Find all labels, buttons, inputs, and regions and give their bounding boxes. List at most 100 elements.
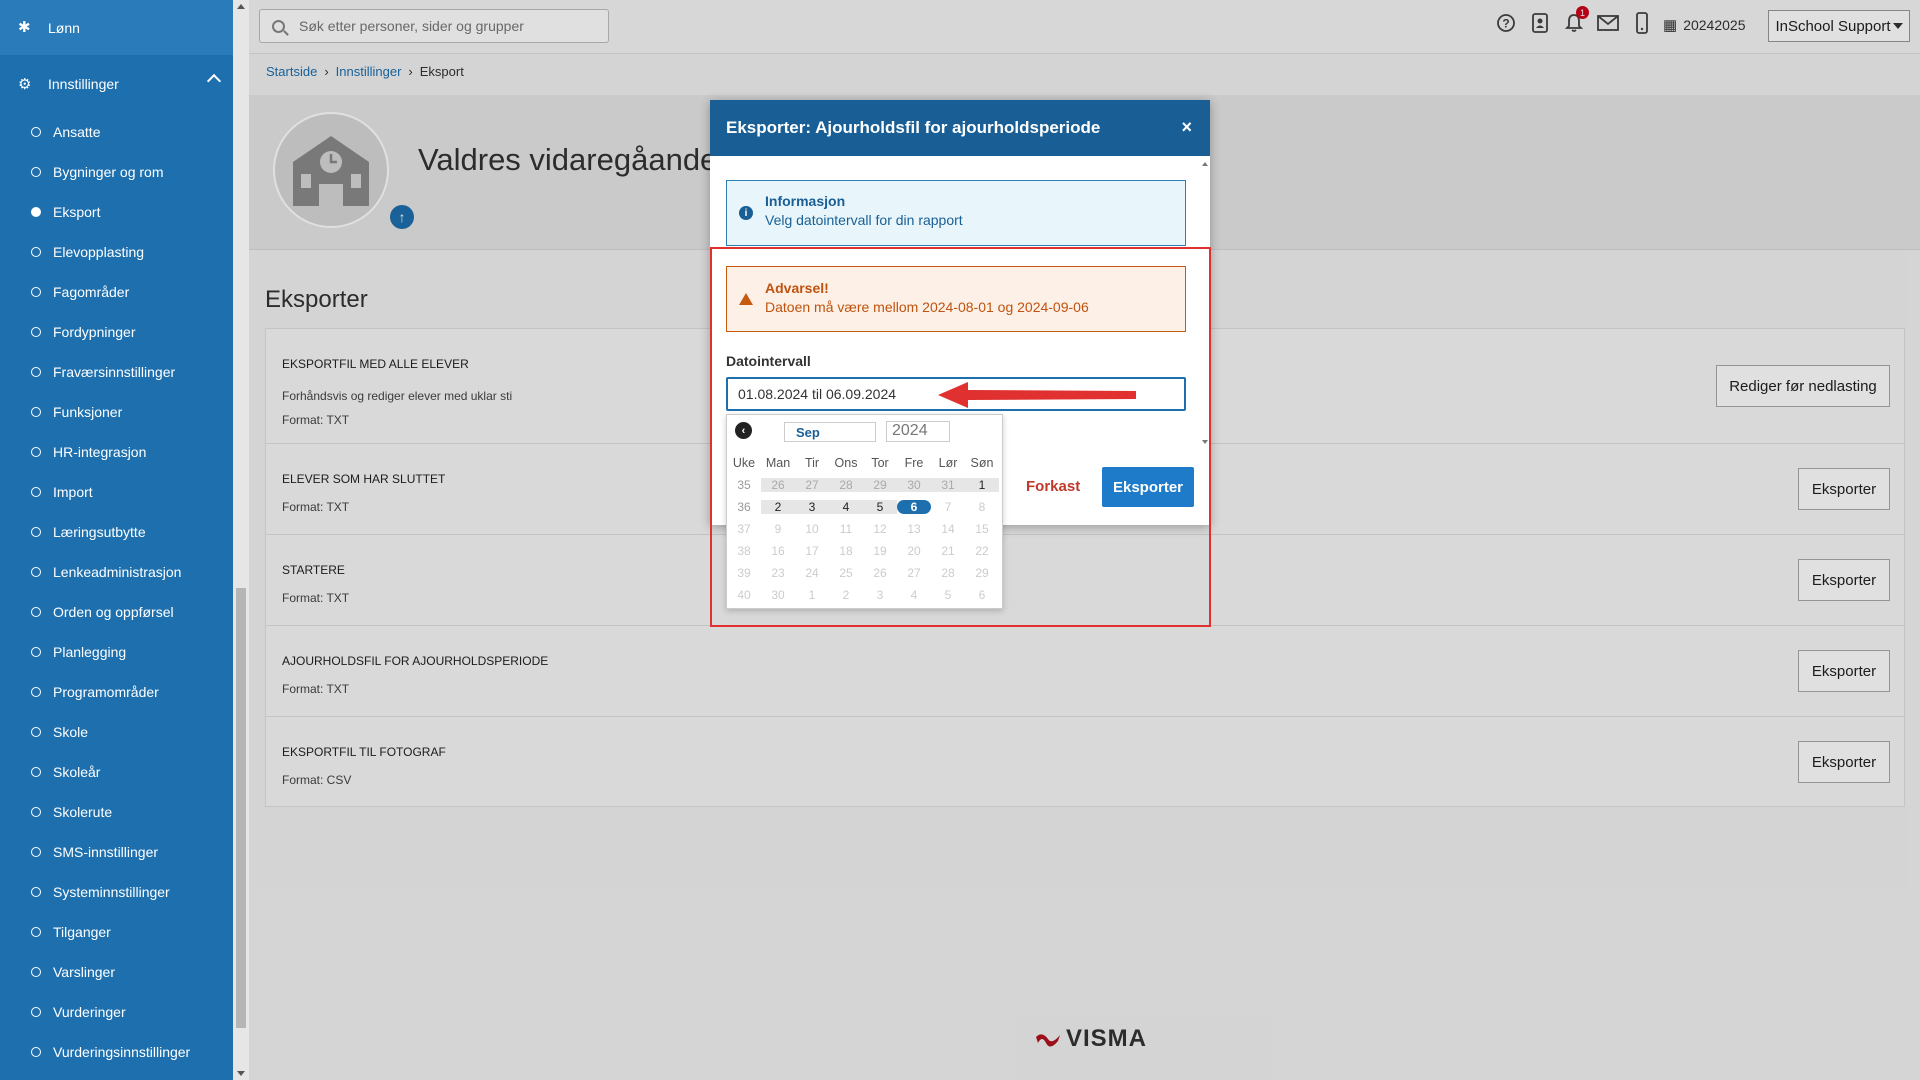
close-icon[interactable]: × xyxy=(1181,117,1192,138)
sidebar-item[interactable]: Tilganger xyxy=(0,912,233,952)
calendar-header-row: Uke Man Tir Ons Tor Fre Lør Søn xyxy=(727,452,1004,474)
sidebar-scrollbar[interactable] xyxy=(233,0,249,1080)
calendar-day: 9 xyxy=(774,522,782,536)
calendar-week-row: 35 26 27 28 29 30 31 1 xyxy=(727,474,1004,496)
calendar-day: 11 xyxy=(839,522,853,536)
week-number: 37 xyxy=(737,522,751,536)
calendar-day: 2 xyxy=(842,588,850,602)
calendar-day[interactable]: 6 xyxy=(897,500,931,514)
calendar-day[interactable]: 27 xyxy=(795,478,829,492)
sidebar-item[interactable]: SMS-innstillinger xyxy=(0,832,233,872)
calendar-day: 18 xyxy=(839,544,853,558)
sidebar-item[interactable]: Skoleår xyxy=(0,752,233,792)
circle-icon xyxy=(31,407,41,417)
calendar-day[interactable]: 30 xyxy=(897,478,931,492)
date-picker: ‹ Sep 2024 Uke Man Tir Ons Tor Fre Lør Søn 35 26 2… xyxy=(726,414,1003,609)
sidebar-item-lonn[interactable]: ✱ Lønn xyxy=(0,0,233,55)
circle-icon xyxy=(31,367,41,377)
circle-icon xyxy=(31,207,41,217)
circle-icon xyxy=(31,567,41,577)
scrollbar-thumb[interactable] xyxy=(236,588,246,1028)
calendar-day[interactable]: 5 xyxy=(863,500,897,514)
sidebar-item[interactable]: Vurderingsinnstillinger xyxy=(0,1032,233,1072)
calendar-day: 28 xyxy=(941,566,955,580)
weekday-header: Søn xyxy=(970,456,994,470)
circle-icon xyxy=(31,807,41,817)
sidebar-item-label: Bygninger og rom xyxy=(53,164,164,180)
circle-icon xyxy=(31,127,41,137)
sidebar-item[interactable]: Programområder xyxy=(0,672,233,712)
circle-icon xyxy=(31,287,41,297)
sidebar-item-label: Skole xyxy=(53,724,89,740)
sidebar-item[interactable]: Planlegging xyxy=(0,632,233,672)
sidebar-item[interactable]: Læringsutbytte xyxy=(0,512,233,552)
calendar-day[interactable]: 31 xyxy=(931,478,965,492)
sidebar-section-innstillinger[interactable]: ⚙ Innstillinger xyxy=(0,64,233,104)
week-number: 36 xyxy=(737,500,751,514)
circle-icon xyxy=(31,167,41,177)
calendar-day: 3 xyxy=(876,588,884,602)
sidebar-item[interactable]: Fraværsinnstillinger xyxy=(0,352,233,392)
circle-icon xyxy=(31,527,41,537)
sidebar-item-label: Fraværsinnstillinger xyxy=(53,364,176,380)
calendar-day[interactable]: 1 xyxy=(965,478,999,492)
calendar-week-row: 37 9 10 11 12 13 14 15 xyxy=(727,518,1004,540)
sidebar-item-label: Vurderinger xyxy=(53,1004,126,1020)
weekday-header: Uke xyxy=(732,456,756,470)
calendar-day[interactable]: 29 xyxy=(863,478,897,492)
sidebar-item[interactable]: Eksport xyxy=(0,192,233,232)
circle-icon xyxy=(31,887,41,897)
calendar-day: 10 xyxy=(805,522,819,536)
sidebar-section-label: Innstillinger xyxy=(48,76,119,92)
scroll-up-icon[interactable] xyxy=(1202,162,1208,166)
sidebar-item[interactable]: Skole xyxy=(0,712,233,752)
week-number: 39 xyxy=(737,566,751,580)
sidebar-item[interactable]: Ansatte xyxy=(0,112,233,152)
sidebar-item[interactable]: Systeminnstillinger xyxy=(0,872,233,912)
circle-icon xyxy=(31,487,41,497)
circle-icon xyxy=(31,967,41,977)
calendar-day: 4 xyxy=(910,588,918,602)
year-input[interactable]: 2024 xyxy=(886,421,950,442)
sidebar-item[interactable]: Orden og oppførsel xyxy=(0,592,233,632)
sidebar-item-label: Lønn xyxy=(48,19,80,36)
circle-icon xyxy=(31,687,41,697)
sidebar-item[interactable]: Elevopplasting xyxy=(0,232,233,272)
circle-icon xyxy=(31,607,41,617)
chevron-left-icon[interactable]: ‹ xyxy=(735,422,752,439)
calendar-day[interactable]: 2 xyxy=(761,500,795,514)
modal-header: Eksporter: Ajourholdsfil for ajourholdsp… xyxy=(710,100,1210,156)
sidebar-item[interactable]: HR-integrasjon xyxy=(0,432,233,472)
sidebar-item-label: Import xyxy=(53,484,93,500)
sidebar-item-label: Systeminnstillinger xyxy=(53,884,170,900)
sidebar-item[interactable]: Fordypninger xyxy=(0,312,233,352)
sidebar-item[interactable]: Vurderinger xyxy=(0,992,233,1032)
calendar-day[interactable]: 4 xyxy=(829,500,863,514)
info-alert: i Informasjon Velg datointervall for din… xyxy=(726,180,1186,246)
sidebar-item[interactable]: Lenkeadministrasjon xyxy=(0,552,233,592)
info-icon: i xyxy=(739,206,753,220)
scroll-up-icon[interactable] xyxy=(237,4,245,9)
calendar-day: 24 xyxy=(805,566,819,580)
sidebar-item[interactable]: Fagområder xyxy=(0,272,233,312)
info-text: Velg datointervall for din rapport xyxy=(765,212,963,228)
calendar-day[interactable]: 26 xyxy=(761,478,795,492)
sidebar-item[interactable]: Skolerute xyxy=(0,792,233,832)
circle-icon xyxy=(31,927,41,937)
sidebar-item[interactable]: Varslinger xyxy=(0,952,233,992)
sidebar-item-label: Læringsutbytte xyxy=(53,524,146,540)
sidebar-item-label: Tilganger xyxy=(53,924,111,940)
calendar-day[interactable]: 28 xyxy=(829,478,863,492)
month-select[interactable]: Sep xyxy=(784,422,876,442)
scroll-down-icon[interactable] xyxy=(237,1071,245,1076)
sidebar-item[interactable]: Bygninger og rom xyxy=(0,152,233,192)
sidebar: ✱ Lønn ⚙ Innstillinger Ansatte Bygninger … xyxy=(0,0,233,1080)
sidebar-item[interactable]: Funksjoner xyxy=(0,392,233,432)
calendar-grid: Uke Man Tir Ons Tor Fre Lør Søn 35 26 27 28 29 30 31 1 3… xyxy=(727,452,1004,606)
circle-icon xyxy=(31,327,41,337)
info-title: Informasjon xyxy=(765,193,846,209)
calendar-day: 27 xyxy=(907,566,921,580)
calendar-day: 5 xyxy=(944,588,952,602)
sidebar-item[interactable]: Import xyxy=(0,472,233,512)
calendar-day[interactable]: 3 xyxy=(795,500,829,514)
